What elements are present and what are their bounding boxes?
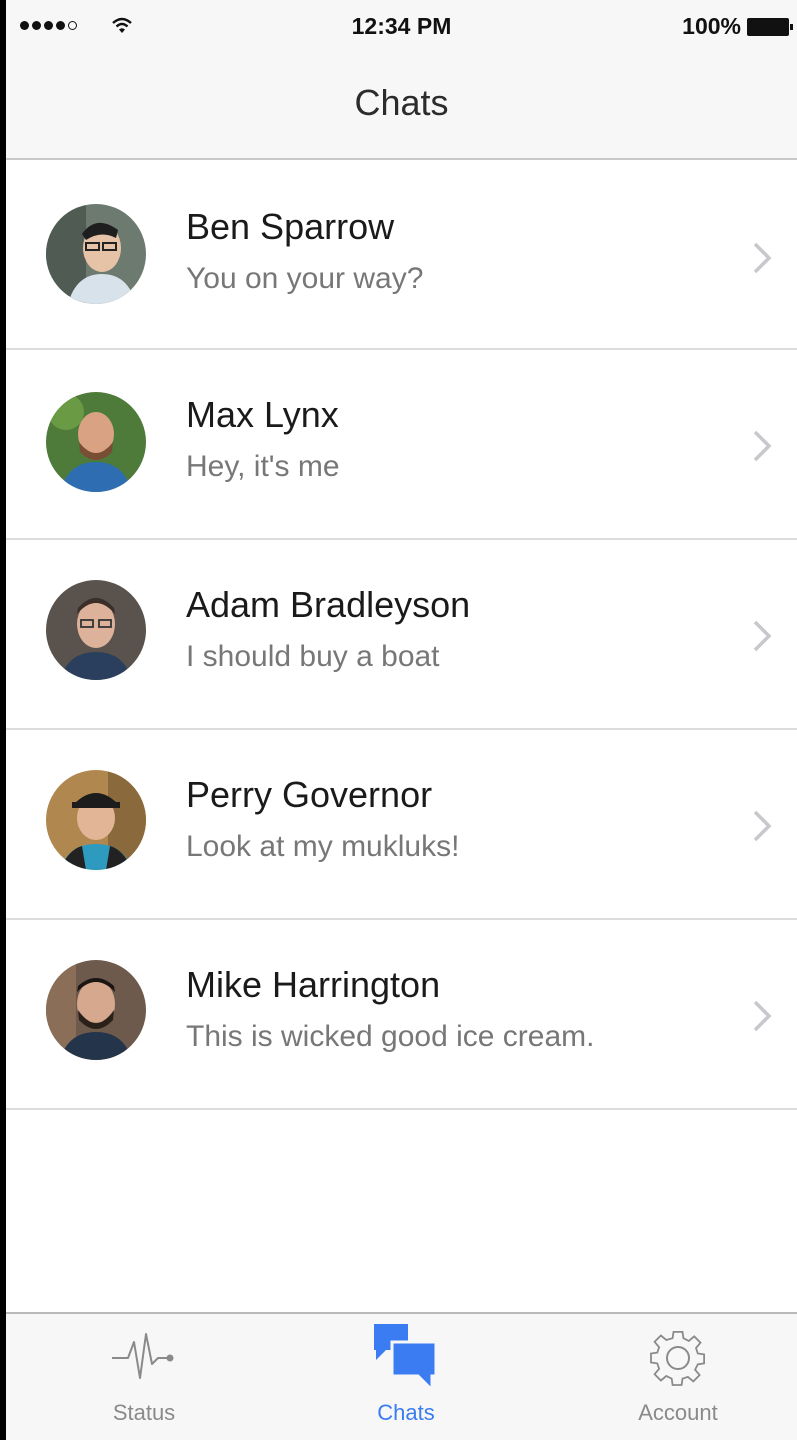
chat-contact-name: Ben Sparrow xyxy=(186,206,395,247)
status-bar: 12:34 PM 100% xyxy=(6,0,797,52)
chat-bubbles-icon xyxy=(374,1324,438,1394)
chevron-right-icon xyxy=(753,620,772,652)
avatar xyxy=(46,580,146,680)
chat-last-message: This is wicked good ice cream. xyxy=(186,1020,595,1053)
tab-status[interactable]: Status xyxy=(44,1314,244,1440)
page-title: Chats xyxy=(354,82,449,123)
chat-row-adam-bradleyson[interactable]: Adam Bradleyson I should buy a boat xyxy=(6,540,797,730)
status-time: 12:34 PM xyxy=(351,13,452,39)
chat-contact-name: Perry Governor xyxy=(186,774,433,815)
chat-last-message: Hey, it's me xyxy=(186,450,340,483)
gear-icon xyxy=(650,1330,706,1386)
tab-bar: Status Chats Account xyxy=(6,1312,797,1440)
chat-row-ben-sparrow[interactable]: Ben Sparrow You on your way? xyxy=(6,160,797,350)
pulse-icon xyxy=(112,1333,174,1379)
chevron-right-icon xyxy=(753,810,772,842)
chat-row-max-lynx[interactable]: Max Lynx Hey, it's me xyxy=(6,350,797,540)
chat-last-message: Look at my mukluks! xyxy=(186,830,460,863)
chat-row-mike-harrington[interactable]: Mike Harrington This is wicked good ice … xyxy=(6,920,797,1110)
chat-row-perry-governor[interactable]: Perry Governor Look at my mukluks! xyxy=(6,730,797,920)
chevron-right-icon xyxy=(753,430,772,462)
avatar xyxy=(46,960,146,1060)
chat-contact-name: Adam Bradleyson xyxy=(186,584,471,625)
chat-last-message: I should buy a boat xyxy=(186,640,440,673)
chat-list: Ben Sparrow You on your way? Max Lynx He… xyxy=(6,160,797,1110)
navigation-bar: Chats xyxy=(6,52,797,160)
avatar xyxy=(46,392,146,492)
chat-contact-name: Max Lynx xyxy=(186,394,339,435)
avatar xyxy=(46,204,146,304)
chat-contact-name: Mike Harrington xyxy=(186,964,441,1005)
chevron-right-icon xyxy=(753,1000,772,1032)
tab-label: Status xyxy=(112,1400,176,1425)
app-screen: 12:34 PM 100% Chats Ben Sparrow You on y… xyxy=(6,0,797,1440)
tab-label: Chats xyxy=(377,1400,435,1425)
chat-last-message: You on your way? xyxy=(186,262,424,295)
tab-account[interactable]: Account xyxy=(578,1314,778,1440)
chevron-right-icon xyxy=(753,242,772,274)
avatar xyxy=(46,770,146,870)
tab-chats[interactable]: Chats xyxy=(306,1314,506,1440)
tab-label: Account xyxy=(638,1400,718,1425)
battery-percentage: 100% xyxy=(682,13,741,39)
battery-icon xyxy=(747,18,793,36)
